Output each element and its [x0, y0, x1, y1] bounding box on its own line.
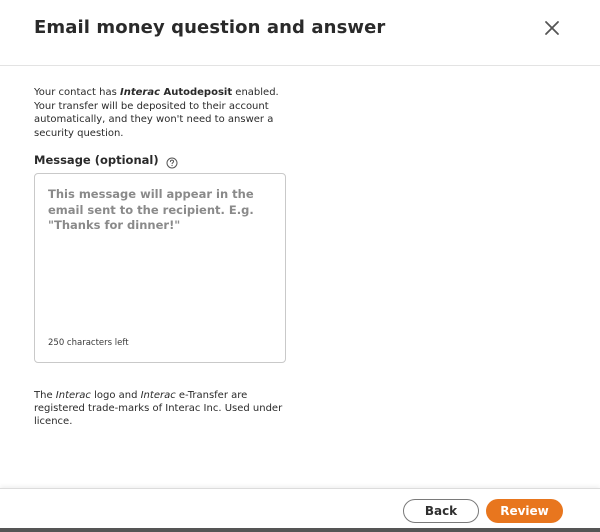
autodeposit-label: Autodeposit: [160, 87, 233, 98]
legal-brand-1: Interac: [55, 390, 91, 401]
legal-text-2: logo and: [90, 390, 141, 401]
message-label-row: Message (optional): [34, 152, 178, 169]
notice-text: Your contact has: [34, 87, 120, 98]
interac-brand: Interac: [119, 87, 160, 98]
autodeposit-notice: Your contact has Interac Autodeposit ena…: [34, 86, 296, 140]
dialog-title: Email money question and answer: [34, 17, 386, 38]
window-bottom-edge: [0, 528, 600, 532]
message-label: Message (optional): [34, 153, 159, 167]
close-icon: [545, 21, 559, 35]
close-button[interactable]: [541, 17, 563, 39]
legal-brand-2: Interac: [140, 390, 176, 401]
review-button[interactable]: Review: [486, 499, 563, 523]
dialog-footer: Back Review: [0, 488, 600, 532]
legal-text-1: The: [34, 390, 56, 401]
back-button[interactable]: Back: [403, 499, 479, 523]
legal-disclaimer: The Interac logo and Interac e-Transfer …: [34, 389, 296, 428]
message-field[interactable]: 250 characters left: [34, 173, 286, 363]
dialog-header: Email money question and answer: [0, 0, 600, 66]
characters-left-counter: 250 characters left: [48, 338, 129, 348]
message-input[interactable]: [48, 187, 272, 317]
help-circle-icon[interactable]: [166, 154, 178, 169]
